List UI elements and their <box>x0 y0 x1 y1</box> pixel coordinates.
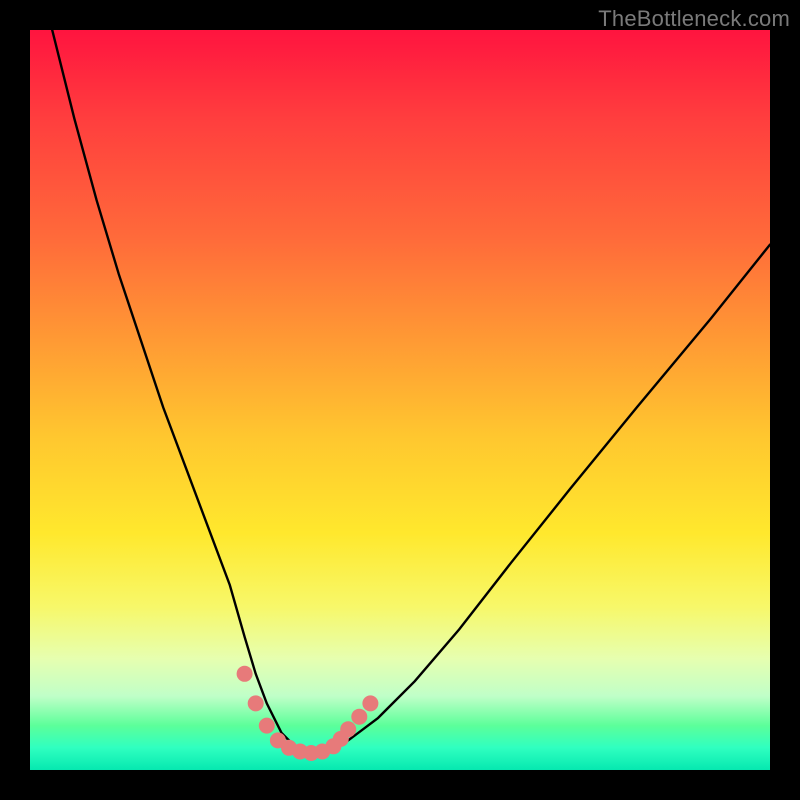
marker-dot <box>259 718 275 734</box>
marker-dot <box>351 709 367 725</box>
marker-dot <box>248 695 264 711</box>
marker-dot <box>237 666 253 682</box>
plot-area <box>30 30 770 770</box>
bottleneck-curve <box>52 30 770 755</box>
marker-dot <box>362 695 378 711</box>
marker-dot <box>340 721 356 737</box>
watermark-text: TheBottleneck.com <box>598 6 790 32</box>
chart-frame: TheBottleneck.com <box>0 0 800 800</box>
chart-svg <box>30 30 770 770</box>
